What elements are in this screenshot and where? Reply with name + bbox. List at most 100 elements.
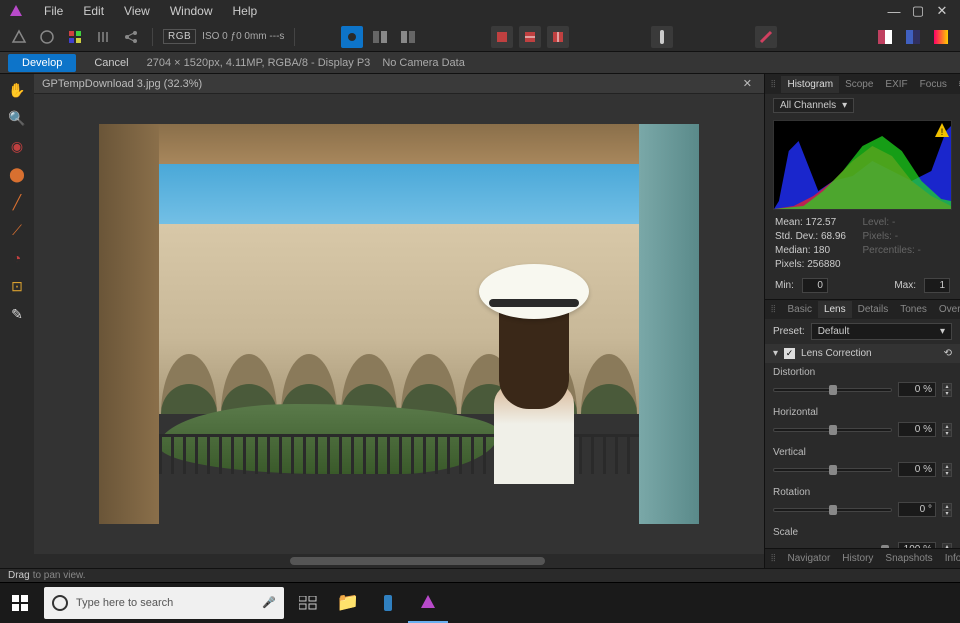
document-tab[interactable]: GPTempDownload 3.jpg (32.3%) ✕ (34, 74, 764, 94)
step-down-0[interactable]: ▾ (942, 390, 952, 397)
slider-thumb-4[interactable] (881, 545, 889, 549)
slider-thumb-0[interactable] (829, 385, 837, 395)
tab-histogram[interactable]: Histogram (781, 76, 839, 93)
panel-grip-icon[interactable]: ⦙⦙ (765, 304, 781, 315)
step-down-3[interactable]: ▾ (942, 510, 952, 517)
auto-adjust-icon[interactable] (755, 26, 777, 48)
single-view-icon[interactable] (341, 26, 363, 48)
slider-value-2[interactable]: 0 % (898, 462, 936, 477)
chevron-down-icon: ▾ (842, 100, 847, 111)
canvas-area: GPTempDownload 3.jpg (32.3%) ✕ (34, 74, 764, 568)
preset-dropdown[interactable]: Default ▾ (811, 323, 952, 340)
step-down-2[interactable]: ▾ (942, 470, 952, 477)
swatch1-icon[interactable] (874, 26, 896, 48)
maximize-icon[interactable]: ▢ (912, 5, 924, 17)
step-up-2[interactable]: ▴ (942, 463, 952, 470)
slider-thumb-2[interactable] (829, 465, 837, 475)
slider-thumb-3[interactable] (829, 505, 837, 515)
color-cube-icon[interactable] (64, 26, 86, 48)
step-down-1[interactable]: ▾ (942, 430, 952, 437)
document-tab-close-icon[interactable]: ✕ (739, 77, 756, 90)
slider-track-1[interactable] (773, 428, 892, 432)
tab-snapshots[interactable]: Snapshots (879, 550, 938, 567)
white-balance-icon[interactable]: ✎ (5, 302, 29, 326)
channels-dropdown[interactable]: All Channels ▾ (773, 98, 854, 113)
circle-tool-icon[interactable] (36, 26, 58, 48)
minimize-icon[interactable]: — (888, 5, 900, 17)
task-view-icon[interactable] (288, 583, 328, 623)
tab-basic[interactable]: Basic (781, 301, 817, 318)
rotate-ccw-icon[interactable] (491, 26, 513, 48)
mic-icon[interactable]: 🎤 (262, 596, 276, 609)
file-explorer-icon[interactable]: 📁 (328, 583, 368, 623)
swatch2-icon[interactable] (902, 26, 924, 48)
slider-value-0[interactable]: 0 % (898, 382, 936, 397)
slider-value-1[interactable]: 0 % (898, 422, 936, 437)
cancel-button[interactable]: Cancel (88, 54, 134, 72)
cortana-icon (52, 595, 68, 611)
rotate-cw-icon[interactable] (519, 26, 541, 48)
scrollbar-thumb[interactable] (290, 557, 546, 565)
mirror-icon[interactable] (92, 26, 114, 48)
tab-lens[interactable]: Lens (818, 301, 852, 318)
mirror-view-icon[interactable] (397, 26, 419, 48)
affinity-taskbar-icon[interactable] (408, 583, 448, 623)
tab-details[interactable]: Details (852, 301, 895, 318)
slider-track-3[interactable] (773, 508, 892, 512)
min-input[interactable]: 0 (802, 278, 828, 293)
swatch3-icon[interactable] (930, 26, 952, 48)
max-label: Max: (894, 280, 916, 291)
max-input[interactable]: 1 (924, 278, 950, 293)
hand-tool-icon[interactable]: ✋ (5, 78, 29, 102)
panel-grip-icon[interactable]: ⦙⦙ (765, 553, 781, 564)
step-up-0[interactable]: ▴ (942, 383, 952, 390)
split-view-icon[interactable] (369, 26, 391, 48)
develop-button[interactable]: Develop (8, 54, 76, 72)
start-button[interactable] (0, 583, 40, 623)
menu-view[interactable]: View (114, 1, 160, 21)
app-taskbar-icon-1[interactable] (368, 583, 408, 623)
tab-navigator[interactable]: Navigator (781, 550, 836, 567)
horizontal-scrollbar[interactable] (34, 554, 764, 568)
crop-tool-icon[interactable]: ⊡ (5, 274, 29, 298)
expand-icon[interactable]: ▾ (773, 348, 778, 359)
slider-track-2[interactable] (773, 468, 892, 472)
slider-track-0[interactable] (773, 388, 892, 392)
overlay-brush-icon[interactable]: ╱ (5, 190, 29, 214)
flip-icon[interactable] (547, 26, 569, 48)
slider-thumb-1[interactable] (829, 425, 837, 435)
tab-history[interactable]: History (836, 550, 879, 567)
tab-scope[interactable]: Scope (839, 76, 879, 93)
panel-grip-icon[interactable]: ⦙⦙ (765, 79, 781, 90)
menu-help[interactable]: Help (223, 1, 268, 21)
zoom-tool-icon[interactable]: 🔍 (5, 106, 29, 130)
menu-window[interactable]: Window (160, 1, 223, 21)
blemish-tool-icon[interactable]: ⬤ (5, 162, 29, 186)
taskbar-search[interactable]: Type here to search 🎤 (44, 587, 284, 619)
redeye-tool-icon[interactable]: ◉ (5, 134, 29, 158)
canvas-viewport[interactable] (34, 94, 764, 554)
step-up-3[interactable]: ▴ (942, 503, 952, 510)
info-tool-icon[interactable] (651, 26, 673, 48)
menu-file[interactable]: File (34, 1, 73, 21)
lens-correction-checkbox[interactable]: ✓ (784, 348, 795, 359)
reset-icon[interactable]: ⟲ (944, 348, 952, 359)
lens-correction-header[interactable]: ▾ ✓ Lens Correction ⟲ (765, 344, 960, 363)
slider-track-4[interactable] (773, 548, 892, 549)
slider-value-3[interactable]: 0 ° (898, 502, 936, 517)
tab-exif[interactable]: EXIF (879, 76, 913, 93)
overlay-erase-icon[interactable]: ⟋ (5, 218, 29, 242)
tab-focus[interactable]: Focus (914, 76, 953, 93)
workspace: ✋ 🔍 ◉ ⬤ ╱ ⟋ ◔ ⊡ ✎ GPTempDownload 3.jpg (… (0, 74, 960, 568)
tab-tones[interactable]: Tones (894, 301, 933, 318)
tab-info[interactable]: Info (939, 550, 960, 567)
share-icon[interactable] (120, 26, 142, 48)
action-bar: Develop Cancel 2704 × 1520px, 4.11MP, RG… (0, 52, 960, 74)
persona-icon[interactable] (8, 26, 30, 48)
tab-overlays[interactable]: Overlays (933, 301, 960, 318)
menu-edit[interactable]: Edit (73, 1, 114, 21)
close-icon[interactable]: ✕ (936, 5, 948, 17)
overlay-gradient-icon[interactable]: ◔ (5, 246, 29, 270)
panel-menu-icon[interactable]: ≡ (953, 79, 960, 90)
step-up-1[interactable]: ▴ (942, 423, 952, 430)
